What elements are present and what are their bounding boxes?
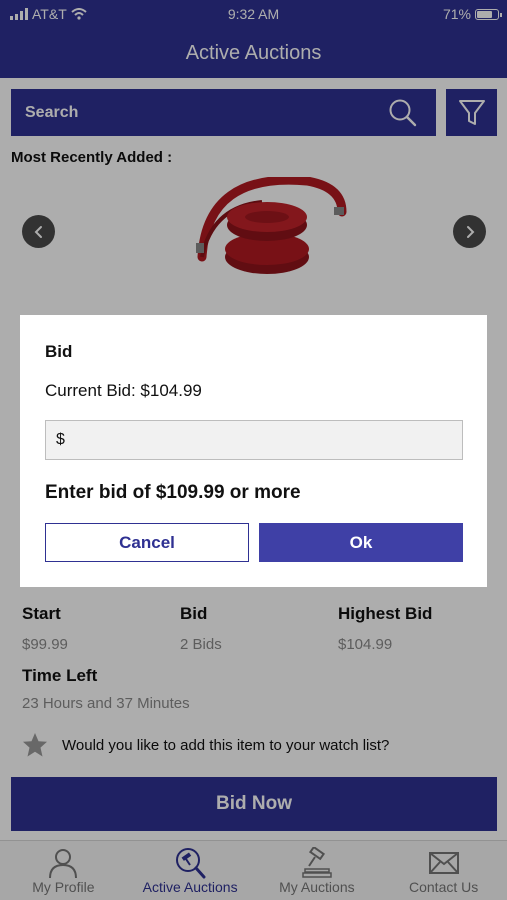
bid-dialog: Bid Current Bid: $104.99 Enter bid of $1… [20,315,487,587]
cancel-button[interactable]: Cancel [45,523,249,562]
current-bid: Current Bid: $104.99 [45,381,202,400]
minimum-bid-hint: Enter bid of $109.99 or more [45,482,301,503]
bid-amount-input[interactable] [45,420,463,460]
dialog-title: Bid [45,342,73,361]
ok-button[interactable]: Ok [259,523,463,562]
